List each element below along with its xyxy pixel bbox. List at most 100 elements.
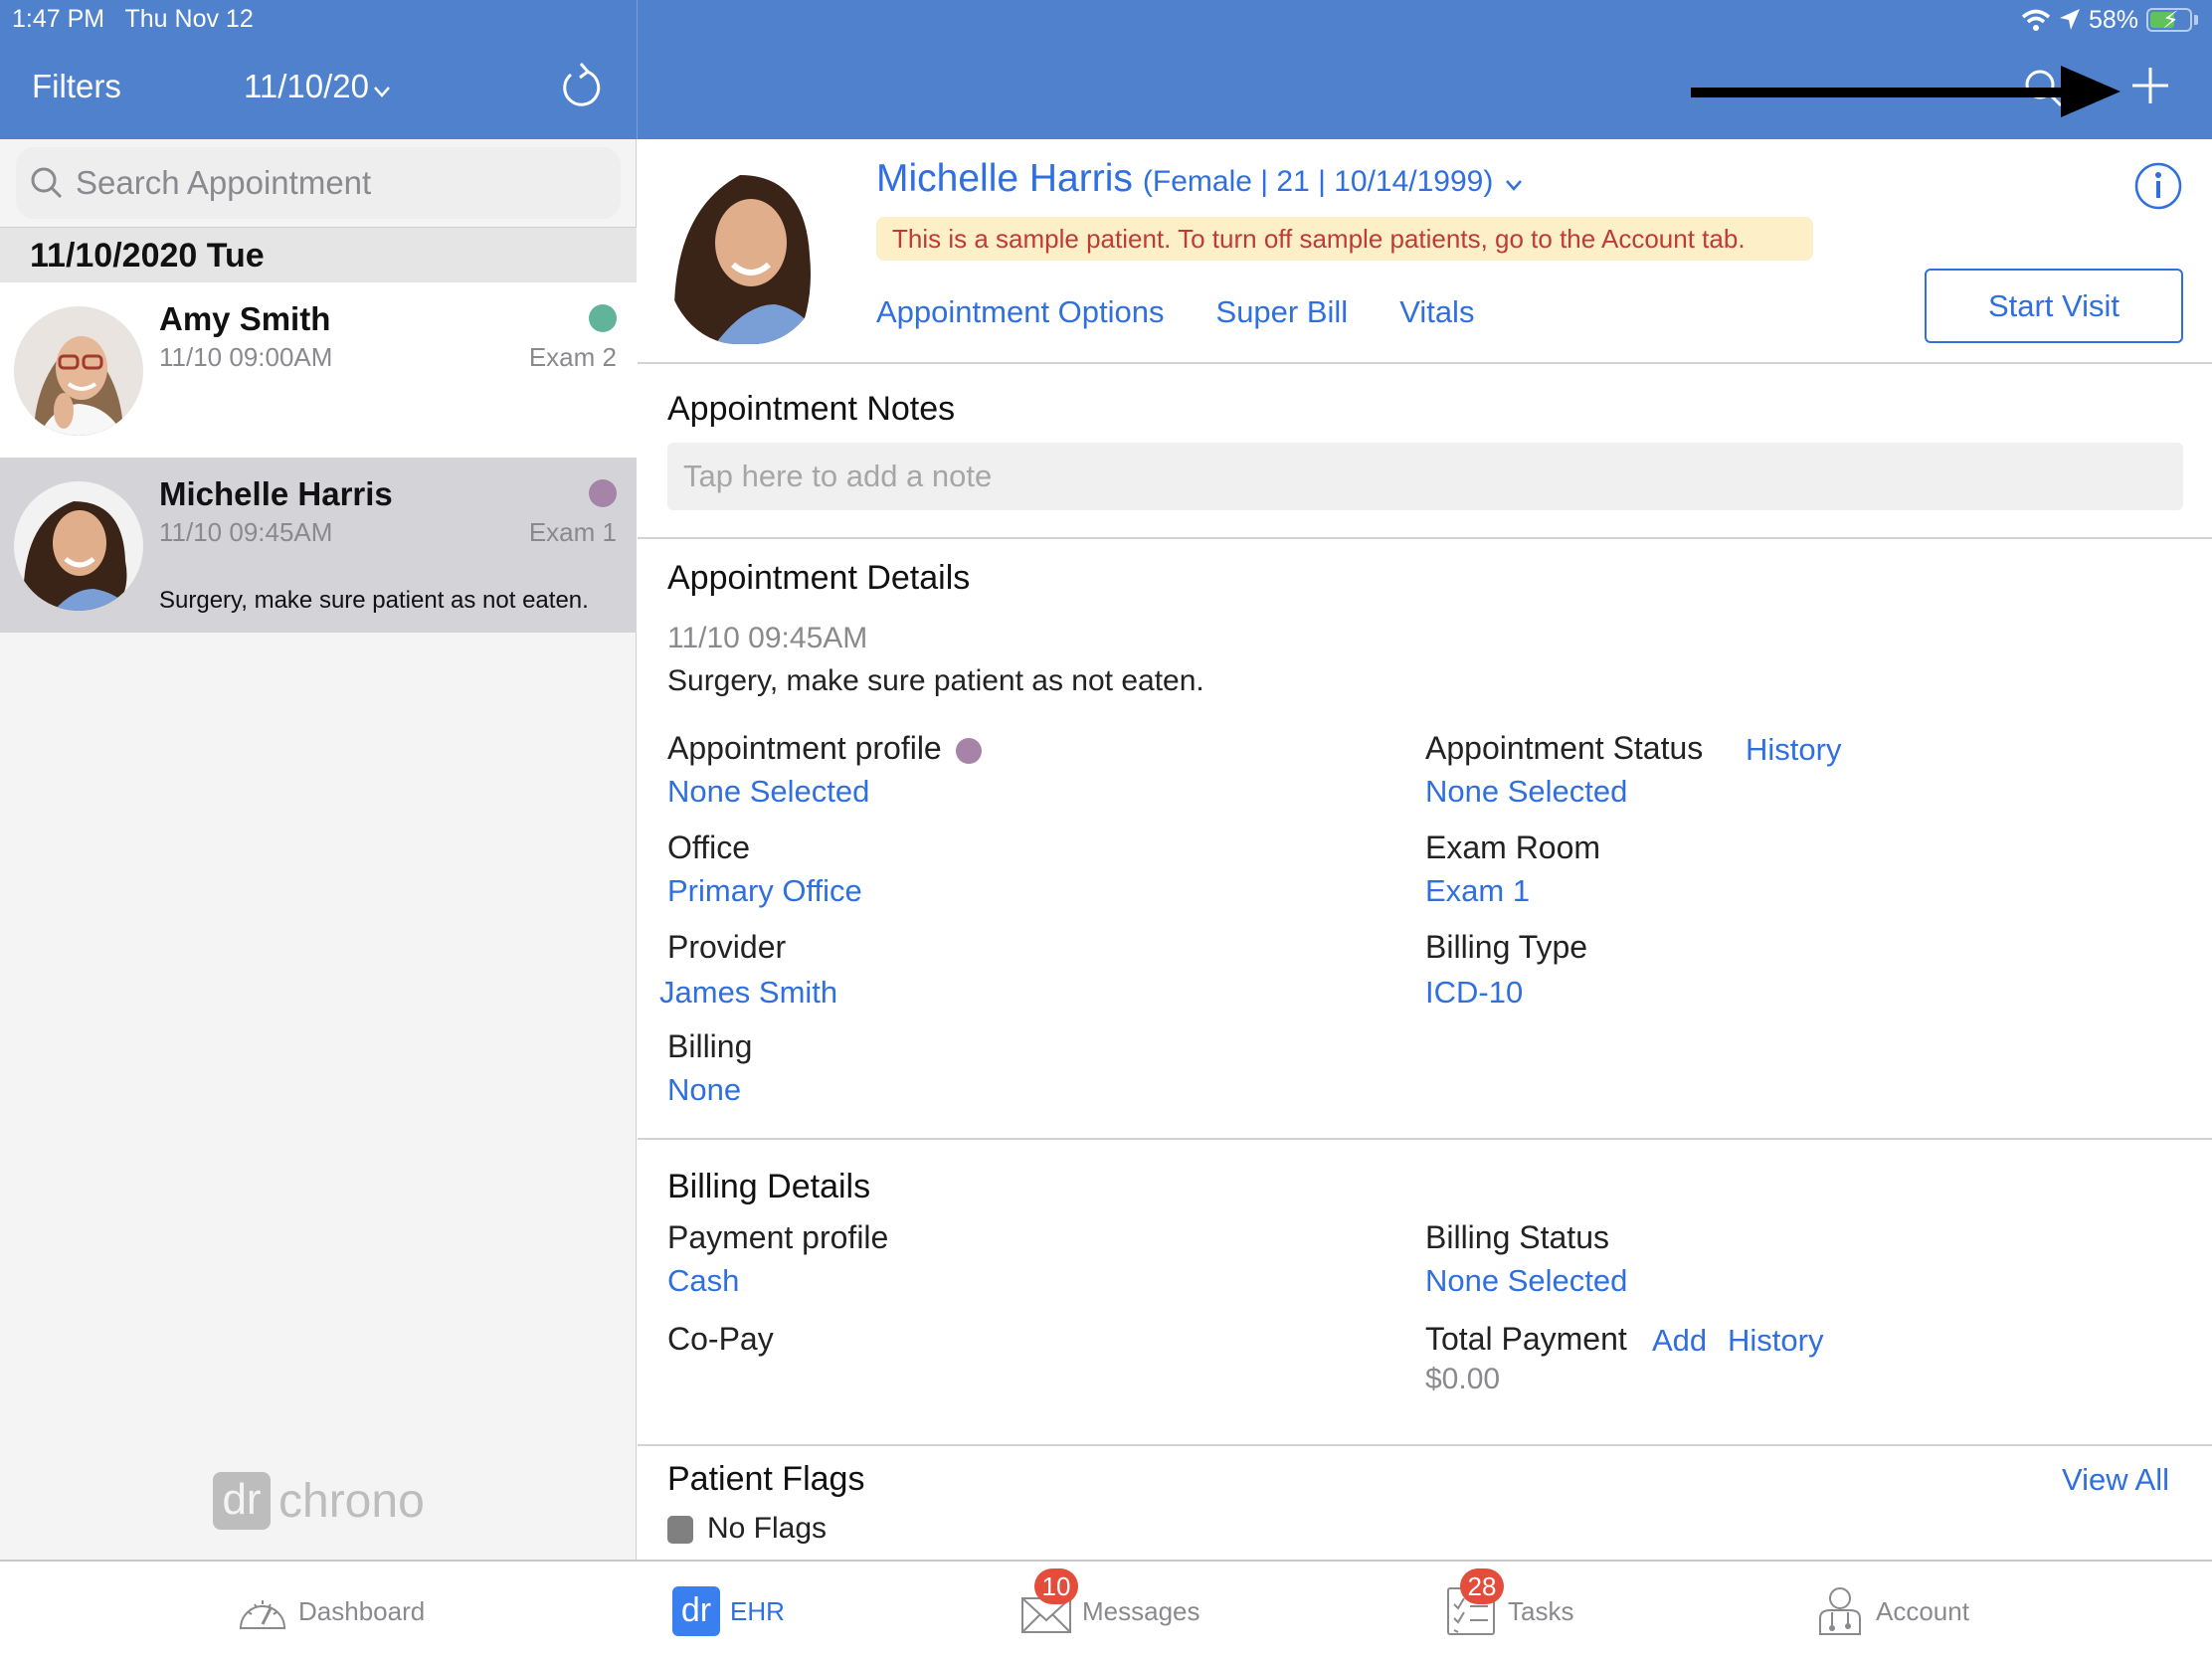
label-text: Appointment profile xyxy=(667,730,942,766)
provider-label: Provider xyxy=(667,929,787,965)
appointment-profile-label: Appointment profile xyxy=(667,730,982,767)
exam-room-value[interactable]: Exam 1 xyxy=(1425,873,1530,909)
tab-messages[interactable]: 10 Messages xyxy=(1020,1568,1200,1641)
logo-mark: dr xyxy=(213,1472,271,1530)
appointment-datetime: 11/10 09:45AM xyxy=(667,622,868,654)
sample-patient-banner: This is a sample patient. To turn off sa… xyxy=(876,217,1813,261)
billing-status-value[interactable]: None Selected xyxy=(1425,1263,1627,1299)
search-appointment-input[interactable]: Search Appointment xyxy=(16,147,621,219)
status-bar-indicators: 58% ⚡ xyxy=(2021,4,2198,36)
divider xyxy=(638,1444,2212,1446)
appointment-status-value[interactable]: None Selected xyxy=(1425,774,1627,810)
flag-item: No Flags xyxy=(667,1512,827,1546)
tab-dashboard[interactable]: Dashboard xyxy=(237,1581,425,1641)
status-date: Thu Nov 12 xyxy=(124,5,254,33)
wifi-icon xyxy=(2021,9,2051,31)
dr-logo-icon: dr xyxy=(672,1586,720,1636)
appointment-details-title: Appointment Details xyxy=(667,559,971,597)
billing-details-title: Billing Details xyxy=(667,1168,871,1205)
payment-profile-value[interactable]: Cash xyxy=(667,1263,739,1299)
office-label: Office xyxy=(667,830,750,865)
flag-item-text: No Flags xyxy=(707,1512,828,1545)
battery-tip xyxy=(2194,15,2198,25)
exam-room: Exam 2 xyxy=(528,342,617,372)
patient-actions: Appointment Options Super Bill Vitals xyxy=(876,294,1474,330)
patient-flags-title: Patient Flags xyxy=(667,1460,865,1498)
office-value[interactable]: Primary Office xyxy=(667,873,862,909)
battery-icon: ⚡ xyxy=(2146,7,2192,34)
tab-label: Messages xyxy=(1082,1595,1200,1626)
add-payment-link[interactable]: Add xyxy=(1652,1323,1707,1359)
patient-name: Michelle Harris xyxy=(159,475,393,512)
billing-value[interactable]: None xyxy=(667,1072,741,1108)
tab-account[interactable]: Account xyxy=(1814,1581,1969,1641)
tab-label: Dashboard xyxy=(298,1595,426,1626)
status-dot xyxy=(589,304,617,332)
search-icon xyxy=(31,167,63,199)
patient-name: Amy Smith xyxy=(159,300,331,337)
view-all-flags-link[interactable]: View All xyxy=(2062,1462,2169,1498)
billing-label: Billing xyxy=(667,1028,753,1064)
profile-color-dot xyxy=(955,737,982,764)
location-arrow-icon xyxy=(2059,9,2080,30)
patient-header[interactable]: Michelle Harris (Female | 21 | 10/14/199… xyxy=(876,157,1523,201)
messages-badge: 10 xyxy=(1034,1568,1078,1604)
battery-percent: 58% xyxy=(2088,5,2138,34)
appointment-options-link[interactable]: Appointment Options xyxy=(876,294,1165,330)
billing-status-label: Billing Status xyxy=(1425,1219,1609,1255)
total-payment-label: Total Payment xyxy=(1425,1321,1627,1357)
checklist-icon-wrap: 28 xyxy=(1446,1568,1504,1636)
appointment-notes-title: Appointment Notes xyxy=(667,390,956,428)
pane-divider xyxy=(637,0,638,139)
payment-history-link[interactable]: History xyxy=(1728,1323,1823,1359)
doctor-icon xyxy=(1819,1587,1861,1635)
appointment-status-history-link[interactable]: History xyxy=(1746,732,1841,768)
appointment-row-michelle-harris[interactable]: Michelle Harris 11/10 09:45AM Exam 1 Sur… xyxy=(0,458,637,633)
filters-button[interactable]: Filters xyxy=(32,68,121,105)
info-icon[interactable] xyxy=(2133,161,2183,211)
appointment-reason: Surgery, make sure patient as not eaten. xyxy=(667,664,1204,697)
appointment-row-amy-smith[interactable]: Amy Smith 11/10 09:00AM Exam 2 xyxy=(0,282,637,458)
start-visit-button[interactable]: Start Visit xyxy=(1925,269,2183,343)
total-payment-value: $0.00 xyxy=(1425,1363,1501,1395)
exam-room: Exam 1 xyxy=(528,517,617,547)
chevron-down-icon[interactable] xyxy=(1505,170,1523,198)
appointment-note: Surgery, make sure patient as not eaten. xyxy=(159,587,589,614)
billing-type-label: Billing Type xyxy=(1425,929,1588,965)
logo-word: chrono xyxy=(278,1474,425,1528)
clock: 1:47 PM xyxy=(12,5,105,33)
patient-demographics: (Female | 21 | 10/14/1999) xyxy=(1142,165,1494,198)
appointment-profile-value[interactable]: None Selected xyxy=(667,774,869,810)
speedometer-icon xyxy=(239,1600,286,1629)
vitals-link[interactable]: Vitals xyxy=(1399,294,1474,330)
divider xyxy=(638,537,2212,539)
patient-photo xyxy=(665,155,825,344)
annotation-arrow-icon xyxy=(1691,66,2120,117)
tab-label: EHR xyxy=(730,1595,785,1626)
patient-name[interactable]: Michelle Harris xyxy=(876,157,1133,201)
date-picker[interactable]: 11/10/20 xyxy=(244,68,391,105)
tab-label: Account xyxy=(1876,1595,1969,1626)
plus-icon[interactable] xyxy=(2128,64,2172,107)
appointment-detail-pane: Michelle Harris (Female | 21 | 10/14/199… xyxy=(638,139,2212,1560)
appointment-time: 11/10 09:45AM xyxy=(159,517,333,547)
payment-profile-label: Payment profile xyxy=(667,1219,889,1255)
refresh-icon[interactable] xyxy=(557,62,607,111)
copay-label: Co-Pay xyxy=(667,1321,774,1357)
billing-type-value[interactable]: ICD-10 xyxy=(1425,975,1523,1011)
appointment-note-input[interactable]: Tap here to add a note xyxy=(667,443,2183,510)
envelope-icon-wrap: 10 xyxy=(1020,1568,1078,1636)
status-dot xyxy=(589,479,617,507)
exam-room-label: Exam Room xyxy=(1425,830,1601,865)
tab-ehr[interactable]: dr EHR xyxy=(672,1581,785,1641)
status-bar-time: 1:47 PM Thu Nov 12 xyxy=(12,5,254,34)
divider xyxy=(638,362,2212,364)
date-picker-value: 11/10/20 xyxy=(244,68,370,104)
appointment-list-pane: Search Appointment 11/10/2020 Tue Amy Sm… xyxy=(0,139,637,1560)
provider-value[interactable]: James Smith xyxy=(659,975,837,1011)
chevron-down-icon xyxy=(373,81,391,103)
avatar xyxy=(14,481,143,611)
divider xyxy=(638,1138,2212,1140)
tab-tasks[interactable]: 28 Tasks xyxy=(1446,1568,1573,1641)
super-bill-link[interactable]: Super Bill xyxy=(1216,294,1349,330)
